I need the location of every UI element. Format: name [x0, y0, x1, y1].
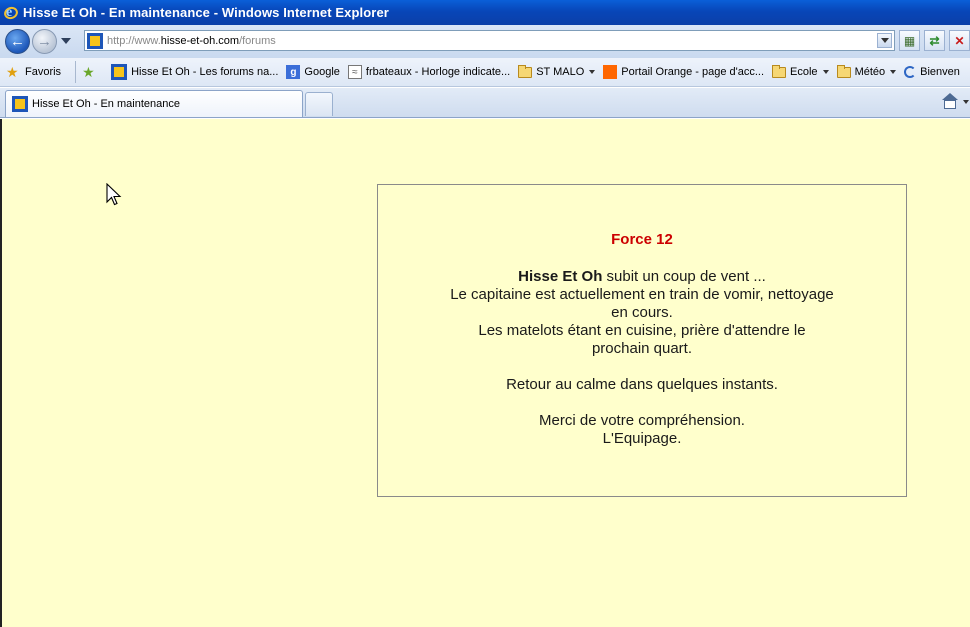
site-favicon-icon	[87, 32, 103, 49]
stop-button[interactable]: ✕	[949, 30, 970, 51]
address-dropdown-button[interactable]	[877, 33, 892, 48]
message-line: Retour au calme dans quelques instants.	[506, 376, 778, 393]
folder-icon	[836, 64, 851, 78]
ie-icon	[904, 66, 917, 78]
home-button[interactable]	[940, 91, 960, 111]
maintenance-box: Force 12 Hisse Et Oh subit un coup de ve…	[377, 184, 907, 497]
favorite-google[interactable]: g Google	[286, 65, 340, 79]
signature: L'Equipage.	[602, 430, 682, 447]
chevron-down-icon	[880, 38, 889, 43]
favorites-button[interactable]: ★ Favoris	[6, 63, 61, 80]
compatibility-view-button[interactable]: ▦	[899, 30, 920, 51]
wave-icon: ≈	[347, 65, 362, 79]
tab-bar: Hisse Et Oh - En maintenance	[0, 88, 970, 118]
refresh-icon: ⇄	[929, 33, 940, 48]
add-star-icon: ★	[82, 63, 95, 80]
message-line: Hisse Et Oh subit un coup de vent ...	[518, 268, 766, 285]
arrow-left-icon: ←	[10, 33, 25, 50]
orange-icon	[603, 65, 618, 79]
arrow-right-icon: →	[37, 33, 52, 50]
chevron-down-icon	[890, 70, 897, 74]
mouse-cursor-icon	[106, 183, 122, 206]
folder-icon	[772, 64, 787, 78]
forward-button[interactable]: →	[32, 29, 57, 54]
google-icon: g	[286, 65, 301, 79]
maintenance-message: Hisse Et Oh subit un coup de vent ... Le…	[378, 268, 906, 448]
message-line: prochain quart.	[591, 340, 693, 357]
site-favicon-icon	[111, 64, 128, 80]
tab-hisse-et-oh[interactable]: Hisse Et Oh - En maintenance	[5, 90, 303, 117]
folder-icon	[518, 64, 533, 78]
message-line: Les matelots étant en cuisine, prière d'…	[478, 322, 806, 339]
url-text[interactable]: http://www.hisse-et-oh.com/forums	[107, 35, 276, 47]
message-line: en cours.	[611, 304, 673, 321]
back-button[interactable]: ←	[5, 29, 30, 54]
message-line: Le capitaine est actuellement en train d…	[450, 286, 834, 303]
close-icon: ✕	[954, 33, 965, 48]
favorite-portail-orange[interactable]: Portail Orange - page d'acc...	[603, 65, 764, 79]
favorite-folder-meteo[interactable]: Météo	[836, 64, 897, 78]
site-name: Hisse Et Oh	[518, 268, 603, 285]
add-favorites-button[interactable]: ★	[82, 63, 101, 80]
favorite-frbateaux[interactable]: ≈ frbateaux - Horloge indicate...	[347, 65, 510, 79]
star-icon: ★	[6, 63, 19, 80]
home-icon	[942, 92, 958, 109]
divider	[75, 61, 77, 83]
favorite-folder-st-malo[interactable]: ST MALO	[518, 64, 596, 78]
message-line: Merci de votre compréhension.	[539, 412, 745, 429]
address-bar[interactable]: http://www.hisse-et-oh.com/forums	[84, 30, 895, 51]
refresh-button[interactable]: ⇄	[924, 30, 945, 51]
favorite-folder-ecole[interactable]: Ecole	[772, 64, 829, 78]
maintenance-heading: Force 12	[611, 231, 673, 248]
favorite-hisse-et-oh[interactable]: Hisse Et Oh - Les forums na...	[109, 64, 278, 80]
favorites-bar: ★ Favoris ★ Hisse Et Oh - Les forums na.…	[0, 58, 970, 87]
home-dropdown[interactable]	[963, 100, 969, 104]
page-content: Force 12 Hisse Et Oh subit un coup de ve…	[0, 119, 970, 627]
compat-icon: ▦	[903, 33, 916, 48]
new-tab-button[interactable]	[305, 92, 333, 116]
chevron-down-icon	[822, 70, 829, 74]
site-favicon-icon	[12, 96, 28, 112]
navigation-bar: ← → http://www.hisse-et-oh.com/forums ▦ …	[0, 25, 970, 58]
recent-pages-dropdown[interactable]	[61, 38, 71, 44]
window-titlebar: e Hisse Et Oh - En maintenance - Windows…	[0, 0, 970, 25]
favorite-bienvenue[interactable]: Bienven	[904, 66, 960, 78]
chevron-down-icon	[589, 70, 596, 74]
window-title: Hisse Et Oh - En maintenance - Windows I…	[23, 5, 389, 20]
ie-logo-icon: e	[2, 4, 20, 21]
